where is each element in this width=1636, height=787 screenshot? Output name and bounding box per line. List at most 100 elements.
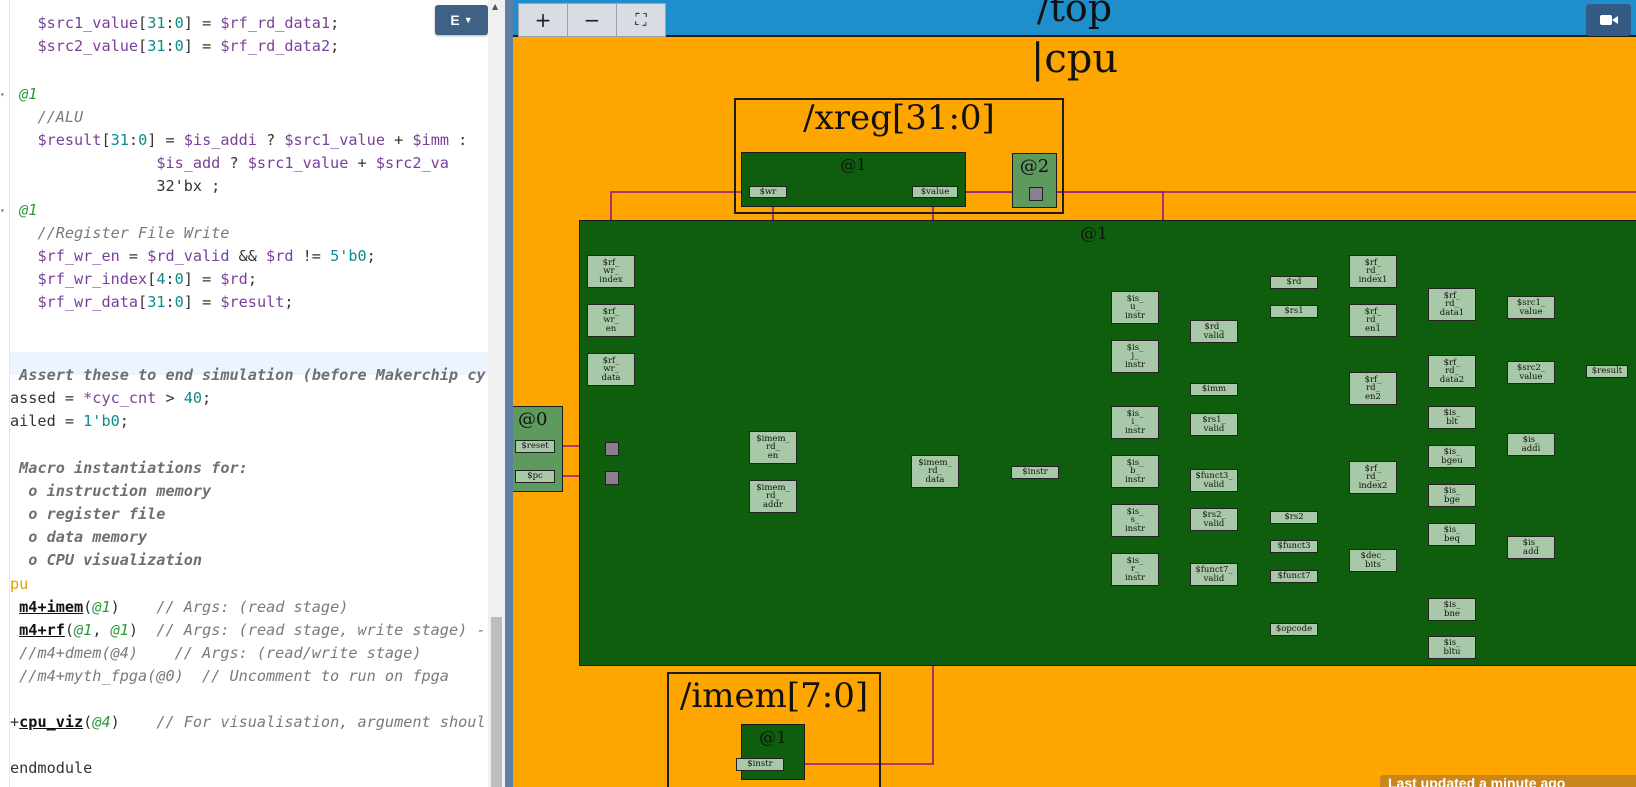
zoom-out-button[interactable]: − xyxy=(568,4,617,36)
code-token: 0 xyxy=(174,293,184,311)
code-line[interactable]: 32'bx ; xyxy=(10,175,220,198)
signal-pc[interactable]: $pc xyxy=(515,470,555,483)
code-line[interactable]: $rf_wr_index[4:0] = $rd; xyxy=(10,268,257,291)
signal-reset[interactable]: $reset xyxy=(515,440,555,453)
signal-is-s-instr[interactable]: $is_ s_ instr xyxy=(1111,504,1159,537)
scrollbar-thumb[interactable] xyxy=(491,617,502,787)
signal-instr[interactable]: $instr xyxy=(736,758,784,771)
editor-menu-button[interactable]: E ▼ xyxy=(435,5,488,35)
fold-arrow-icon[interactable]: ▾ xyxy=(0,199,8,222)
signal-rs2[interactable]: $rs2 xyxy=(1270,511,1318,524)
signal-funct7-valid[interactable]: $funct7_ valid xyxy=(1190,563,1238,586)
signal-is-bgeu[interactable]: $is_ bgeu xyxy=(1428,445,1476,468)
signal-is-addi[interactable]: $is_ addi xyxy=(1507,433,1555,456)
signal-rf-rd-en2[interactable]: $rf_ rd_ en2 xyxy=(1349,372,1397,405)
signal-value[interactable]: $value xyxy=(912,186,958,198)
signal-imem-rd-data[interactable]: $imem_ rd_ data xyxy=(911,455,959,488)
signal-opcode[interactable]: $opcode xyxy=(1270,623,1318,636)
code-line[interactable]: endmodule xyxy=(10,757,92,780)
code-line[interactable]: +cpu_viz(@4) // For visualisation, argum… xyxy=(10,711,486,734)
signal-src2-value[interactable]: $src2_ value xyxy=(1507,361,1555,384)
signal-is-blt[interactable]: $is_ blt xyxy=(1428,406,1476,429)
code-line[interactable]: m4+imem(@1) // Args: (read stage) xyxy=(10,596,348,619)
code-line[interactable]: //Register File Write xyxy=(10,222,229,245)
signal-wr[interactable]: $wr xyxy=(749,186,787,198)
code-line[interactable]: //ALU xyxy=(10,106,83,129)
signal-rf-rd-data2[interactable]: $rf_ rd_ data2 xyxy=(1428,355,1476,388)
code-token: [ xyxy=(138,14,148,32)
code-line[interactable]: $rf_wr_en = $rd_valid && $rd != 5'b0; xyxy=(10,245,375,268)
signal-is-r-instr[interactable]: $is_ r_ instr xyxy=(1111,553,1159,586)
code-line[interactable]: ▾ @1 xyxy=(0,199,37,222)
code-line[interactable]: $is_add ? $src1_value + $src2_va xyxy=(10,152,449,175)
code-line[interactable]: $result[31:0] = $is_addi ? $src1_value +… xyxy=(10,129,467,152)
signal-rf-rd-index1[interactable]: $rf_ rd_ index1 xyxy=(1349,255,1397,288)
code-line[interactable]: Macro instantiations for: xyxy=(10,457,248,480)
signal-is-j-instr[interactable]: $is_ j_ instr xyxy=(1111,340,1159,373)
signal-funct3[interactable]: $funct3 xyxy=(1270,540,1318,553)
signal-is-beq[interactable]: $is_ beq xyxy=(1428,523,1476,546)
code-line[interactable]: o data memory xyxy=(10,526,147,549)
cpu-stage1-block[interactable]: @1 xyxy=(579,220,1636,666)
code-line[interactable]: pu xyxy=(10,573,28,596)
zoom-in-button[interactable]: + xyxy=(519,4,568,36)
code-token: ] = xyxy=(183,270,221,288)
code-token: @4 xyxy=(92,713,111,731)
signal-src1-value[interactable]: $src1_ value xyxy=(1507,296,1555,319)
signal-rf-rd-data1[interactable]: $rf_ rd_ data1 xyxy=(1428,288,1476,321)
signal-imem-rd-addr[interactable]: $imem_ rd_ addr xyxy=(749,480,797,513)
code-line[interactable]: assed = *cyc_cnt > 40; xyxy=(10,387,211,410)
signal-is-bne[interactable]: $is_ bne xyxy=(1428,598,1476,621)
code-line[interactable]: Assert these to end simulation (before M… xyxy=(10,364,485,387)
pane-splitter[interactable] xyxy=(505,0,513,787)
code-token: $src1_value xyxy=(284,131,385,149)
signal-rs1[interactable]: $rs1 xyxy=(1270,305,1318,318)
code-line[interactable]: m4+rf(@1, @1) // Args: (read stage, writ… xyxy=(10,619,485,642)
code-token: ? xyxy=(220,154,248,172)
signal-is-bge[interactable]: $is_ bge xyxy=(1428,484,1476,507)
signal-funct3-valid[interactable]: $funct3_ valid xyxy=(1190,469,1238,492)
signal-rd-valid[interactable]: $rd_ valid xyxy=(1190,320,1238,343)
code-line[interactable]: $src2_value[31:0] = $rf_rd_data2; xyxy=(10,35,339,58)
signal-rf-wr-index[interactable]: $rf_ wr_ index xyxy=(587,255,635,288)
signal-rf-wr-en[interactable]: $rf_ wr_ en xyxy=(587,304,635,337)
code-line[interactable]: o instruction memory xyxy=(10,480,211,503)
signal-rs2-valid[interactable]: $rs2_ valid xyxy=(1190,508,1238,531)
signal-imem-rd-en[interactable]: $imem_ rd_ en xyxy=(749,431,797,464)
code-line[interactable]: o register file xyxy=(10,503,165,526)
fit-screen-button[interactable]: ⛶ xyxy=(617,4,665,36)
signal-rd[interactable]: $rd xyxy=(1270,276,1318,289)
signal-result[interactable]: $result xyxy=(1586,365,1628,378)
xreg-stage2-block[interactable]: @2 xyxy=(1012,153,1057,208)
signal-instr[interactable]: $instr xyxy=(1011,466,1059,479)
signal-funct7[interactable]: $funct7 xyxy=(1270,570,1318,583)
code-line[interactable]: $src1_value[31:0] = $rf_rd_data1; xyxy=(10,12,339,35)
code-line[interactable]: //m4+dmem(@4) // Args: (read/write stage… xyxy=(10,642,421,665)
signal-is-bltu[interactable]: $is_ bltu xyxy=(1428,636,1476,659)
editor-scrollbar[interactable]: ▲ xyxy=(488,0,505,787)
signal-rs1-valid[interactable]: $rs1_ valid xyxy=(1190,413,1238,436)
fold-arrow-icon[interactable]: ▾ xyxy=(0,83,8,106)
signal-rf-rd-index2[interactable]: $rf_ rd_ index2 xyxy=(1349,461,1397,494)
xreg-stage1-block[interactable]: @1 xyxy=(741,152,966,207)
signal-is-i-instr[interactable]: $is_ i_ instr xyxy=(1111,406,1159,439)
code-line[interactable]: //m4+myth_fpga(@0) // Uncomment to run o… xyxy=(10,665,449,688)
signal-imm[interactable]: $imm xyxy=(1190,383,1238,396)
signal-is-u-instr[interactable]: $is_ u_ instr xyxy=(1111,291,1159,324)
code-line[interactable]: ailed = 1'b0; xyxy=(10,410,129,433)
imem-stage1-block[interactable]: @1 xyxy=(741,724,805,780)
scroll-up-icon[interactable]: ▲ xyxy=(492,2,498,11)
signal-is-b-instr[interactable]: $is_ b_ instr xyxy=(1111,455,1159,488)
signal-dec-bits[interactable]: $dec_ bits xyxy=(1349,549,1397,572)
diagram-viewer[interactable]: /top + − ⛶ |cpu /xreg[31:0] @1 @2 @1 @0 … xyxy=(513,0,1636,787)
signal-is-add[interactable]: $is_ add xyxy=(1507,536,1555,559)
signal-rf-rd-en1[interactable]: $rf_ rd_ en1 xyxy=(1349,304,1397,337)
code-line[interactable]: ▾ @1 xyxy=(0,83,37,106)
code-line[interactable]: o CPU visualization xyxy=(10,549,202,572)
code-editor[interactable]: $src1_value[31:0] = $rf_rd_data1; $src2_… xyxy=(0,0,488,787)
camera-button[interactable] xyxy=(1586,4,1631,36)
code-line[interactable]: $rf_wr_data[31:0] = $result; xyxy=(10,291,293,314)
signal-rf-wr-data[interactable]: $rf_ wr_ data xyxy=(587,353,635,386)
